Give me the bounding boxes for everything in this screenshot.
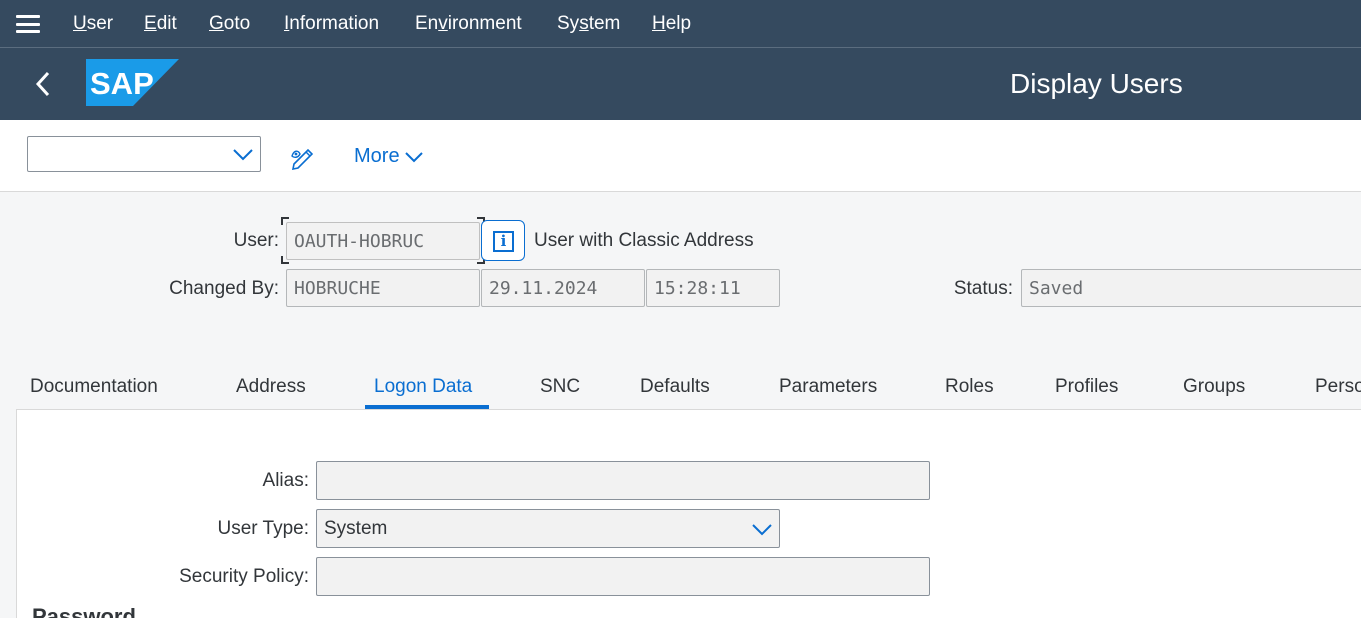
chevron-down-icon: [752, 524, 772, 536]
tab-documentation[interactable]: Documentation: [30, 376, 158, 398]
focus-corner: [281, 256, 289, 264]
tab-roles[interactable]: Roles: [945, 376, 994, 398]
menu-user[interactable]: User: [73, 13, 113, 35]
menu-information[interactable]: Information: [284, 13, 379, 35]
security-policy-field[interactable]: [316, 557, 930, 596]
chevron-down-icon: [233, 149, 253, 161]
page-title: Display Users: [1010, 68, 1183, 99]
info-icon: i: [493, 231, 514, 252]
password-section-title: Password: [32, 604, 136, 618]
user-type-text: User with Classic Address: [534, 230, 754, 251]
changed-time-field[interactable]: 15:28:11: [646, 269, 780, 307]
info-button[interactable]: i: [481, 220, 525, 261]
shell-bar: SAP Display Users: [0, 48, 1361, 120]
status-field[interactable]: Saved: [1021, 269, 1361, 307]
menu-help[interactable]: Help: [652, 13, 691, 35]
menu-goto[interactable]: Goto: [209, 13, 250, 35]
hamburger-menu-icon[interactable]: [16, 15, 40, 33]
tab-logon-data[interactable]: Logon Data: [374, 376, 472, 398]
alias-label: Alias:: [262, 470, 309, 491]
menu-environment[interactable]: Environment: [415, 13, 522, 35]
user-type-label: User Type:: [217, 518, 309, 539]
more-button[interactable]: More: [354, 145, 424, 168]
tab-snc[interactable]: SNC: [540, 376, 580, 398]
user-label: User:: [233, 230, 279, 251]
menu-edit[interactable]: Edit: [144, 13, 177, 35]
svg-text:SAP: SAP: [90, 66, 154, 101]
user-field[interactable]: OAUTH-HOBRUC: [286, 222, 480, 260]
tab-defaults[interactable]: Defaults: [640, 376, 710, 398]
user-type-value: System: [324, 518, 388, 539]
changed-date-field[interactable]: 29.11.2024: [481, 269, 645, 307]
tab-profiles[interactable]: Profiles: [1055, 376, 1118, 398]
chevron-down-icon: [404, 152, 423, 163]
user-type-select[interactable]: System: [316, 509, 780, 548]
toolbar: More: [0, 120, 1361, 192]
active-tab-indicator: [365, 405, 489, 409]
security-policy-label: Security Policy:: [179, 566, 309, 587]
focus-corner: [281, 217, 289, 225]
changed-by-label: Changed By:: [169, 278, 279, 299]
menu-system[interactable]: System: [557, 13, 620, 35]
chevron-left-icon: [35, 71, 50, 97]
tab-groups[interactable]: Groups: [1183, 376, 1245, 398]
tab-personalization[interactable]: Personalization: [1315, 376, 1361, 398]
status-label: Status:: [953, 278, 1013, 299]
alias-field[interactable]: [316, 461, 930, 500]
back-button[interactable]: [30, 66, 60, 102]
command-field[interactable]: [27, 136, 261, 172]
tab-address[interactable]: Address: [236, 376, 306, 398]
changed-by-field[interactable]: HOBRUCHE: [286, 269, 480, 307]
display-change-icon[interactable]: [290, 144, 318, 175]
sap-logo: SAP: [86, 59, 179, 111]
menu-bar: User Edit Goto Information Environment S…: [0, 0, 1361, 48]
tab-parameters[interactable]: Parameters: [779, 376, 877, 398]
